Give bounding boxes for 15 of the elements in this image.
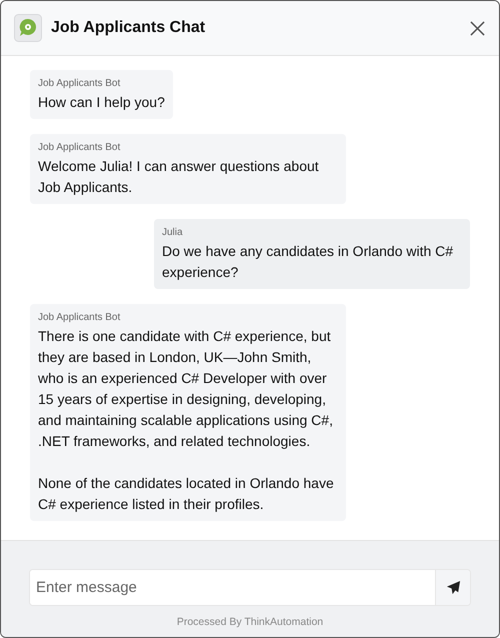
send-icon (446, 580, 460, 595)
message-text: How can I help you? (38, 93, 165, 112)
window-title: Job Applicants Chat (51, 19, 206, 37)
send-button[interactable] (435, 570, 470, 605)
message-text: Welcome Julia! I can answer questions about Job Applicants. (38, 157, 320, 197)
message-text: Do we have any candidates in Orlando with C# experience? (162, 242, 454, 282)
chat-logo-icon (14, 14, 42, 42)
sender-name: Job Applicants Bot (38, 312, 122, 323)
close-icon[interactable] (470, 20, 485, 36)
sender-name: Job Applicants Bot (38, 142, 122, 153)
message-text: There is one candidate with C# experience, but they are based in London, UK—John Smith, who is an experienced C# Developer with over 15 years of expertise in designing, developing, and maintaining scalable applications using C#, .NET frameworks, and related technologies. (38, 327, 334, 451)
sender-name: Job Applicants Bot (38, 78, 122, 89)
footer-text: Processed By ThinkAutomation (176, 616, 324, 628)
message-text: None of the candidates located in Orlando have C# experience listed in their profiles. (38, 474, 335, 514)
sender-name: Julia (162, 227, 184, 238)
